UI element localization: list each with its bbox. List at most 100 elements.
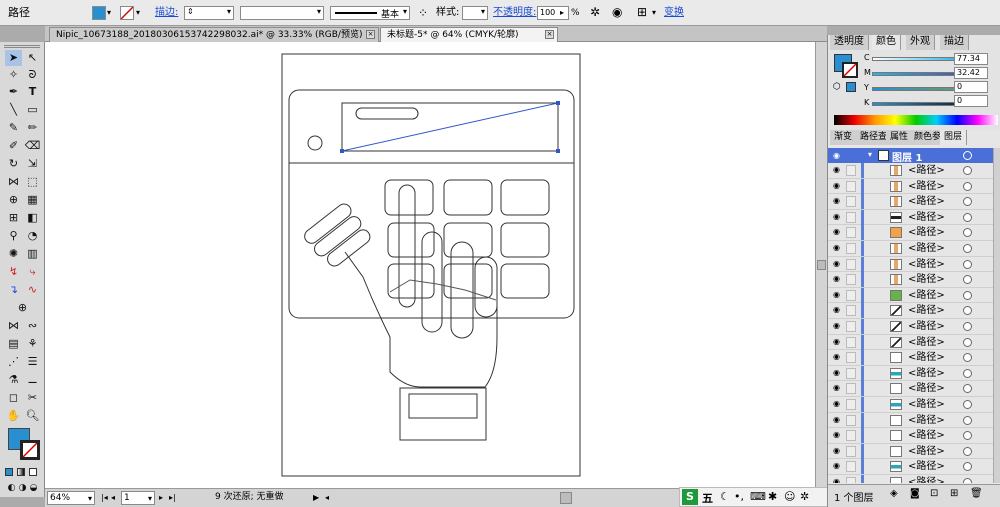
- lock-toggle[interactable]: [846, 196, 856, 208]
- rotate-tool-icon[interactable]: ↻: [5, 156, 22, 172]
- path-name[interactable]: <路径>: [908, 273, 945, 286]
- target-icon[interactable]: [963, 275, 972, 285]
- lock-toggle[interactable]: [846, 430, 856, 442]
- layer-item[interactable]: ◉ <路径>: [828, 303, 993, 319]
- eye-icon[interactable]: ◉: [833, 384, 843, 392]
- width-tool-icon[interactable]: ⋈: [5, 174, 22, 190]
- delete-layer-icon[interactable]: 🗑︎: [970, 488, 983, 499]
- ime-mode-label[interactable]: 五: [702, 490, 713, 506]
- eye-icon[interactable]: ◉: [833, 446, 843, 455]
- column-graph-tool-icon[interactable]: ▥: [24, 246, 41, 262]
- screen-mode-icon[interactable]: ◒: [25, 480, 42, 496]
- eye-icon[interactable]: ◉: [833, 151, 840, 160]
- recolor-artwork-icon[interactable]: ✲: [590, 5, 600, 19]
- hscroll-thumb[interactable]: [560, 492, 572, 504]
- blob-brush-tool-icon[interactable]: ✐: [5, 138, 22, 154]
- lock-toggle[interactable]: [846, 352, 856, 364]
- status-menu-icon[interactable]: ▶: [313, 491, 319, 505]
- opacity-link[interactable]: 不透明度:: [493, 0, 536, 26]
- layer-item[interactable]: ◉ <路径>: [828, 365, 993, 382]
- target-icon[interactable]: [963, 446, 972, 456]
- layer-item[interactable]: ◉ <路径>: [828, 241, 993, 257]
- layer-item[interactable]: ◉ <路径>: [828, 209, 993, 226]
- transform-link[interactable]: 变换: [664, 0, 684, 26]
- path-name[interactable]: <路径>: [908, 226, 945, 239]
- layer-row-main[interactable]: ◉ ▾ 图层 1: [828, 148, 993, 164]
- new-layer-icon[interactable]: ⊞: [950, 488, 958, 499]
- eye-icon[interactable]: ◉: [833, 166, 843, 174]
- target-icon[interactable]: [963, 244, 972, 253]
- target-icon[interactable]: [963, 166, 972, 175]
- lock-toggle[interactable]: [846, 367, 856, 379]
- close-icon[interactable]: ×: [366, 30, 375, 39]
- layer-item[interactable]: ◉ <路径>: [828, 334, 993, 351]
- punctuation-icon[interactable]: •,: [734, 490, 744, 503]
- target-icon[interactable]: [963, 478, 972, 483]
- list-tool-icon[interactable]: ☰: [24, 354, 41, 370]
- layer-item[interactable]: ◉ <路径>: [828, 178, 993, 195]
- eye-icon[interactable]: ◉: [833, 275, 843, 283]
- opacity-input[interactable]: 100: [537, 6, 569, 20]
- path-name[interactable]: <路径>: [908, 429, 945, 442]
- layer-item[interactable]: ◉ <路径>: [828, 412, 993, 429]
- cube-icon[interactable]: ⬡: [833, 82, 841, 92]
- doc-tab-2[interactable]: 未标题-5* @ 64% (CMYK/轮廓) ×: [380, 27, 558, 42]
- eye-icon[interactable]: ◉: [833, 400, 843, 408]
- warp-tool-icon[interactable]: ∿: [24, 282, 41, 298]
- lock-toggle[interactable]: [846, 305, 856, 317]
- lock-toggle[interactable]: [846, 414, 856, 426]
- layer-item[interactable]: ◉ <路径>: [828, 350, 993, 366]
- eye-icon[interactable]: ◉: [833, 337, 843, 346]
- path-name[interactable]: <路径>: [908, 414, 945, 427]
- target-icon[interactable]: [963, 259, 972, 269]
- eye-icon[interactable]: ◉: [833, 290, 843, 299]
- path-name[interactable]: <路径>: [908, 351, 945, 364]
- path-name[interactable]: <路径>: [908, 445, 945, 458]
- lock-toggle[interactable]: [846, 461, 856, 473]
- eye-icon[interactable]: ◉: [833, 462, 843, 470]
- eye-icon[interactable]: ◉: [833, 322, 843, 330]
- target-icon[interactable]: [963, 353, 972, 363]
- eye-icon[interactable]: ◉: [833, 181, 843, 190]
- eyedropper-tool-icon[interactable]: ⚲: [5, 228, 22, 244]
- last-color-swatch[interactable]: [846, 82, 856, 92]
- brush-profile-select[interactable]: 基本 ▾: [330, 6, 410, 20]
- envelope-icon[interactable]: ∾: [24, 318, 41, 334]
- path-name[interactable]: <路径>: [908, 195, 945, 208]
- lock-toggle[interactable]: [846, 321, 856, 332]
- eye-icon[interactable]: ◉: [833, 478, 843, 484]
- channel-k-value[interactable]: 0: [954, 95, 988, 107]
- zoom-select[interactable]: 64% ▾: [47, 491, 95, 505]
- scale-tool-icon[interactable]: ⇲: [24, 156, 41, 172]
- stroke-link[interactable]: 描边:: [155, 0, 178, 26]
- locate-object-icon[interactable]: ◈: [890, 488, 898, 499]
- eye-icon[interactable]: ◉: [833, 244, 843, 252]
- type-tool-icon[interactable]: T: [24, 84, 41, 100]
- align-dropdown-icon[interactable]: ▾: [652, 7, 656, 19]
- target-icon[interactable]: [963, 228, 972, 238]
- stroke-swatch[interactable]: [120, 6, 134, 20]
- layers-scrollbar[interactable]: [993, 148, 1000, 483]
- layer-item[interactable]: ◉ <路径>: [828, 225, 993, 241]
- measure-tool-icon[interactable]: ⚊: [24, 372, 41, 388]
- layer-item[interactable]: ◉ <路径>: [828, 459, 993, 475]
- lock-toggle[interactable]: [846, 211, 856, 223]
- path-name[interactable]: <路径>: [908, 164, 945, 177]
- lock-toggle[interactable]: [846, 289, 856, 301]
- brush-options-icon[interactable]: ⁘: [418, 6, 428, 20]
- layer-item[interactable]: ◉ <路径>: [828, 256, 993, 273]
- tab-transparency[interactable]: 透明度: [830, 35, 869, 50]
- lock-toggle[interactable]: [846, 336, 856, 348]
- target-icon[interactable]: [963, 322, 972, 331]
- channel-m-value[interactable]: 32.42: [954, 67, 988, 79]
- eye-icon[interactable]: ◉: [833, 212, 843, 221]
- target-icon[interactable]: [963, 181, 972, 191]
- mesh-tool-icon[interactable]: ⊞: [5, 210, 22, 226]
- next-artboard-icon[interactable]: ▸: [159, 491, 163, 505]
- settings-icon[interactable]: ✱: [768, 490, 777, 503]
- layer-item[interactable]: ◉ <路径>: [828, 194, 993, 210]
- eye-icon[interactable]: ◉: [833, 431, 843, 439]
- path-name[interactable]: <路径>: [908, 336, 945, 349]
- symbol-sprayer-tool-icon[interactable]: ✺: [5, 246, 22, 262]
- target-icon[interactable]: [963, 306, 972, 316]
